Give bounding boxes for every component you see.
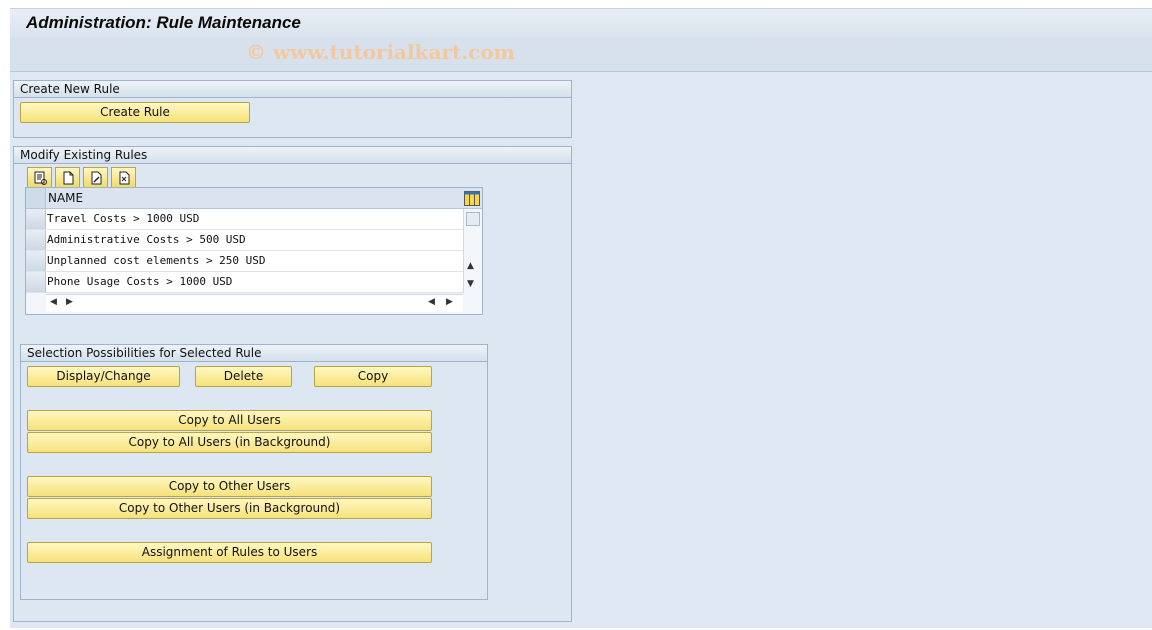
create-icon xyxy=(63,171,73,184)
display-change-button[interactable]: Display/Change xyxy=(27,366,180,387)
watermark-bar: © www.tutorialkart.com xyxy=(10,38,1152,72)
scroll-up-icon[interactable]: ▲ xyxy=(467,261,474,271)
selection-group-title: Selection Possibilities for Selected Rul… xyxy=(21,345,487,362)
row-selector[interactable] xyxy=(26,272,46,292)
row-selector[interactable] xyxy=(26,251,46,271)
rule-name-cell: Travel Costs > 1000 USD xyxy=(47,212,200,225)
table-row[interactable]: Administrative Costs > 500 USD xyxy=(26,230,463,251)
rules-table: NAME Travel Costs > 1000 USD Administrat… xyxy=(25,187,483,315)
create-button[interactable] xyxy=(55,167,80,188)
table-toolbar xyxy=(27,167,139,188)
table-header: NAME xyxy=(26,188,482,209)
scroll-down-icon[interactable]: ▼ xyxy=(467,279,474,289)
title-bar: Administration: Rule Maintenance xyxy=(10,8,1152,38)
delete-icon xyxy=(119,171,129,184)
copy-to-other-users-button[interactable]: Copy to Other Users xyxy=(27,476,432,497)
scrollbar-thumb[interactable] xyxy=(466,212,480,226)
create-rule-group: Create New Rule Create Rule xyxy=(13,80,572,138)
details-button[interactable] xyxy=(27,167,52,188)
watermark: © www.tutorialkart.com xyxy=(246,40,515,64)
vertical-scrollbar[interactable]: ▲ ▼ xyxy=(463,209,482,293)
row-selector[interactable] xyxy=(26,230,46,250)
assignment-of-rules-button[interactable]: Assignment of Rules to Users xyxy=(27,542,432,563)
row-selector[interactable] xyxy=(26,209,46,229)
rule-name-cell: Administrative Costs > 500 USD xyxy=(47,233,246,246)
details-icon xyxy=(34,171,47,185)
create-rule-button[interactable]: Create Rule xyxy=(20,102,250,123)
scroll-left-icon[interactable]: ◀ xyxy=(50,297,57,307)
change-icon xyxy=(91,171,101,184)
table-row[interactable]: Travel Costs > 1000 USD xyxy=(26,209,463,230)
copy-to-other-users-background-button[interactable]: Copy to Other Users (in Background) xyxy=(27,498,432,519)
scroll-right-icon[interactable]: ▶ xyxy=(66,297,73,307)
modify-rules-group-title: Modify Existing Rules xyxy=(14,147,571,164)
scroll-right-end-icon[interactable]: ▶ xyxy=(446,297,453,307)
rule-name-cell: Unplanned cost elements > 250 USD xyxy=(47,254,266,267)
table-row[interactable]: Phone Usage Costs > 1000 USD xyxy=(26,272,463,293)
rule-name-cell: Phone Usage Costs > 1000 USD xyxy=(47,275,233,288)
page-title: Administration: Rule Maintenance xyxy=(26,13,301,32)
copy-rule-button[interactable]: Copy xyxy=(314,366,432,387)
select-all-cell[interactable] xyxy=(26,188,46,208)
change-button[interactable] xyxy=(83,167,108,188)
horizontal-scrollbar[interactable]: ◀ ▶ ◀ ▶ xyxy=(46,294,463,312)
scroll-left-end-icon[interactable]: ◀ xyxy=(428,297,435,307)
table-layout-icon[interactable] xyxy=(464,191,480,206)
copy-to-all-users-button[interactable]: Copy to All Users xyxy=(27,410,432,431)
delete-button[interactable] xyxy=(111,167,136,188)
column-header-name[interactable]: NAME xyxy=(48,191,83,205)
create-rule-group-title: Create New Rule xyxy=(14,81,571,98)
delete-rule-button[interactable]: Delete xyxy=(195,366,292,387)
table-row[interactable]: Unplanned cost elements > 250 USD xyxy=(26,251,463,272)
copy-to-all-users-background-button[interactable]: Copy to All Users (in Background) xyxy=(27,432,432,453)
